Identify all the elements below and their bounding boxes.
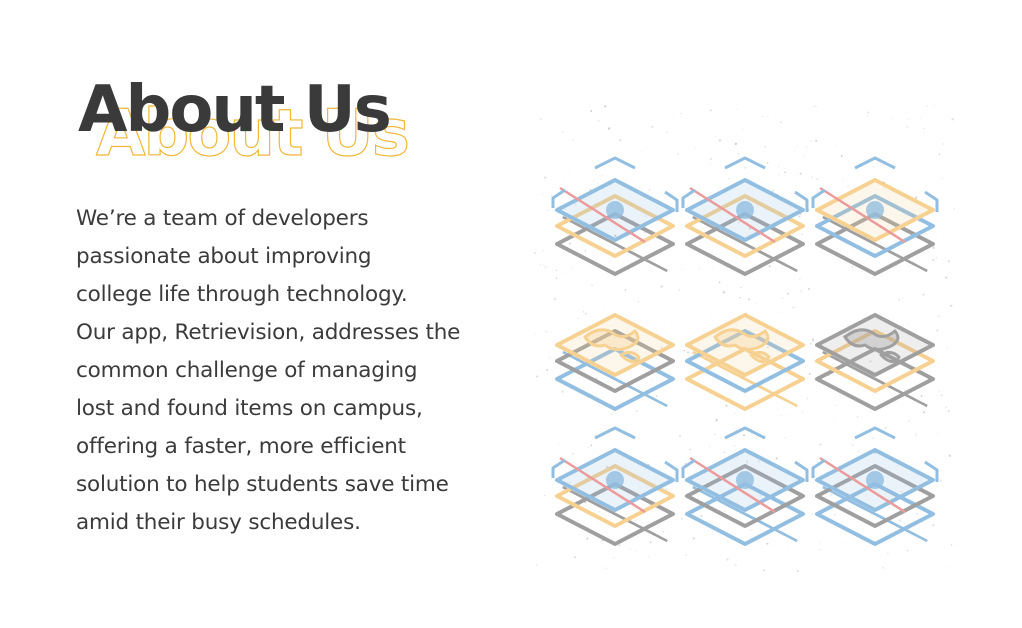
paragraph-line: offering a faster, more efficient — [76, 434, 406, 459]
paragraph-line: Our app, Retrievision, addresses the — [76, 320, 461, 345]
isometric-tile-icon — [815, 313, 935, 411]
paragraph-line: passionate about improving — [76, 244, 372, 269]
isometric-tile-icon — [551, 156, 679, 276]
heading-group: About Us About Us — [78, 72, 498, 182]
about-paragraph: We’re a team of developers passionate ab… — [76, 200, 536, 542]
isometric-tile-icon — [555, 313, 675, 411]
paragraph-line: We’re a team of developers — [76, 206, 369, 231]
paragraph-line: lost and found items on campus, — [76, 396, 423, 421]
page-title: About Us — [78, 73, 392, 147]
paragraph-line: amid their busy schedules. — [76, 510, 361, 535]
isometric-tile-icon — [811, 426, 939, 546]
isometric-tile-icon — [681, 156, 809, 276]
isometric-tile-icon — [681, 426, 809, 546]
isometric-tiles-illustration — [534, 105, 955, 575]
isometric-tile-icon — [685, 313, 805, 411]
paragraph-line: solution to help students save time — [76, 472, 449, 497]
isometric-tile-icon — [811, 156, 939, 276]
paragraph-line: common challenge of managing — [76, 358, 418, 383]
paragraph-line: college life through technology. — [76, 282, 408, 307]
isometric-tile-icon — [551, 426, 679, 546]
